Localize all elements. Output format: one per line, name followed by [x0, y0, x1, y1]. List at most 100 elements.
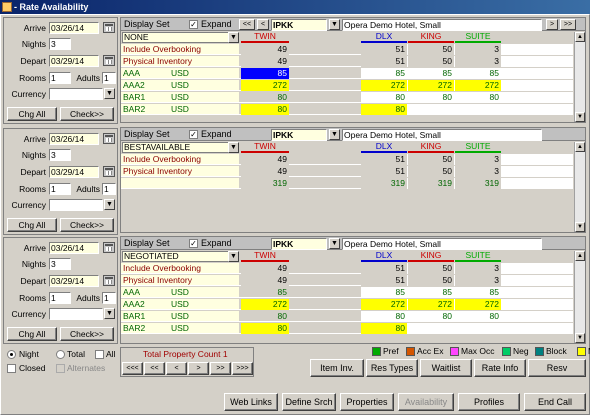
rooms-field[interactable]: 1 — [49, 183, 71, 195]
rate-cell[interactable]: 272 — [241, 299, 289, 310]
room-type-header[interactable]: DLX — [361, 32, 407, 43]
depart-field[interactable]: 03/29/14 — [49, 166, 99, 178]
action-button[interactable]: Resv — [528, 359, 586, 377]
rate-cell[interactable]: 85 — [361, 68, 407, 79]
rate-row[interactable]: 319 319 319 319 — [121, 178, 573, 189]
night-radio[interactable] — [7, 350, 16, 359]
nights-field[interactable]: 3 — [49, 149, 71, 161]
rate-set-field[interactable]: NEGOTIATED — [122, 251, 238, 262]
calendar-icon[interactable] — [103, 55, 115, 66]
alternates-checkbox[interactable] — [56, 364, 65, 373]
rate-cell[interactable]: 272 — [455, 80, 501, 91]
rate-cell[interactable]: 85 — [361, 287, 407, 298]
property-nav-button[interactable]: < — [166, 362, 187, 375]
change-all-button[interactable]: Chg All — [7, 107, 57, 121]
adults-field[interactable]: 1 — [102, 292, 116, 304]
last-page-button[interactable]: >> — [560, 19, 576, 30]
room-type-header[interactable]: SUITE — [455, 251, 501, 262]
room-type-header[interactable]: SUITE — [455, 142, 501, 153]
chevron-down-icon[interactable]: ▼ — [329, 238, 340, 249]
rate-cell[interactable]: 272 — [241, 80, 289, 91]
room-type-header[interactable]: KING — [408, 251, 454, 262]
rate-cell[interactable]: 272 — [361, 80, 407, 91]
chevron-down-icon[interactable]: ▼ — [104, 88, 115, 99]
property-nav-button[interactable]: <<< — [122, 362, 143, 375]
total-radio[interactable] — [56, 350, 65, 359]
rate-cell[interactable] — [455, 323, 501, 334]
rate-cell[interactable]: 85 — [408, 68, 454, 79]
calendar-icon[interactable] — [103, 275, 115, 286]
room-type-header[interactable]: KING — [408, 32, 454, 43]
rate-cell[interactable]: 80 — [361, 92, 407, 103]
rate-cell[interactable] — [408, 323, 454, 334]
rate-cell[interactable]: 319 — [455, 178, 501, 189]
rate-cell[interactable]: 80 — [241, 311, 289, 322]
rate-cell[interactable] — [455, 104, 501, 115]
scroll-up-icon[interactable]: ▲ — [575, 32, 585, 42]
check-button[interactable]: Check>> — [60, 218, 114, 232]
calendar-icon[interactable] — [103, 242, 115, 253]
rate-cell[interactable]: 272 — [455, 299, 501, 310]
prev-page-button[interactable]: < — [257, 19, 269, 30]
action-button[interactable]: Properties — [340, 393, 394, 411]
rate-cell[interactable]: 85 — [241, 68, 289, 79]
next-page-button[interactable]: > — [546, 19, 558, 30]
calendar-icon[interactable] — [103, 22, 115, 33]
action-button[interactable]: Waitlist — [420, 359, 472, 377]
property-field[interactable]: IPKK — [271, 19, 327, 31]
rate-code[interactable]: AAA2 — [123, 299, 145, 310]
rate-cell[interactable]: 80 — [408, 311, 454, 322]
property-nav-button[interactable]: >> — [210, 362, 231, 375]
scroll-down-icon[interactable]: ▼ — [575, 333, 585, 343]
change-all-button[interactable]: Chg All — [7, 218, 57, 232]
action-button[interactable]: End Call — [524, 393, 586, 411]
scroll-up-icon[interactable]: ▲ — [575, 251, 585, 261]
chevron-down-icon[interactable]: ▼ — [228, 32, 239, 43]
rate-cell[interactable]: 272 — [408, 80, 454, 91]
vertical-scrollbar[interactable]: ▲ ▼ — [574, 32, 585, 122]
arrive-field[interactable]: 03/26/14 — [49, 133, 99, 145]
rate-cell[interactable]: 85 — [455, 68, 501, 79]
rate-cell[interactable]: 80 — [408, 92, 454, 103]
rate-cell[interactable]: 272 — [361, 299, 407, 310]
currency-field[interactable] — [49, 199, 103, 211]
first-page-button[interactable]: << — [239, 19, 255, 30]
rate-row[interactable]: BAR2 USD 80 80 — [121, 323, 573, 334]
arrive-field[interactable]: 03/26/14 — [49, 242, 99, 254]
rate-row[interactable]: AAA2 USD 272 272 272 272 — [121, 299, 573, 310]
rate-cell[interactable]: 80 — [455, 311, 501, 322]
rate-code[interactable]: BAR2 — [123, 323, 145, 334]
scroll-down-icon[interactable]: ▼ — [575, 222, 585, 232]
check-button[interactable]: Check>> — [60, 327, 114, 341]
rate-row[interactable]: BAR1 USD 80 80 80 80 — [121, 311, 573, 322]
rate-cell[interactable]: 80 — [361, 104, 407, 115]
nights-field[interactable]: 3 — [49, 38, 71, 50]
rate-row[interactable]: AAA USD 85 85 85 85 — [121, 68, 573, 79]
closed-checkbox[interactable] — [7, 364, 16, 373]
arrive-field[interactable]: 03/26/14 — [49, 22, 99, 34]
room-type-header[interactable]: KING — [408, 142, 454, 153]
rate-row[interactable]: BAR1 USD 80 80 80 80 — [121, 92, 573, 103]
property-nav-button[interactable]: >>> — [232, 362, 253, 375]
rate-cell[interactable]: 80 — [361, 311, 407, 322]
all-checkbox[interactable] — [95, 350, 104, 359]
chevron-down-icon[interactable]: ▼ — [329, 129, 340, 140]
change-all-button[interactable]: Chg All — [7, 327, 57, 341]
rate-cell[interactable]: 80 — [241, 104, 289, 115]
property-field[interactable]: IPKK — [271, 129, 327, 141]
depart-field[interactable]: 03/29/14 — [49, 55, 99, 67]
nights-field[interactable]: 3 — [49, 258, 71, 270]
expand-checkbox[interactable]: ✓ — [189, 20, 198, 29]
vertical-scrollbar[interactable]: ▲ ▼ — [574, 251, 585, 343]
rate-cell[interactable]: 80 — [241, 92, 289, 103]
property-nav-button[interactable]: > — [188, 362, 209, 375]
rooms-field[interactable]: 1 — [49, 72, 71, 84]
room-type-header[interactable]: TWIN — [241, 251, 289, 262]
room-type-header[interactable]: DLX — [361, 142, 407, 153]
rate-code[interactable]: BAR2 — [123, 104, 145, 115]
action-button[interactable]: Web Links — [224, 393, 278, 411]
expand-checkbox[interactable]: ✓ — [189, 130, 198, 139]
rate-cell[interactable]: 319 — [241, 178, 289, 189]
rate-cell[interactable]: 80 — [455, 92, 501, 103]
rate-row[interactable]: AAA2 USD 272 272 272 272 — [121, 80, 573, 91]
